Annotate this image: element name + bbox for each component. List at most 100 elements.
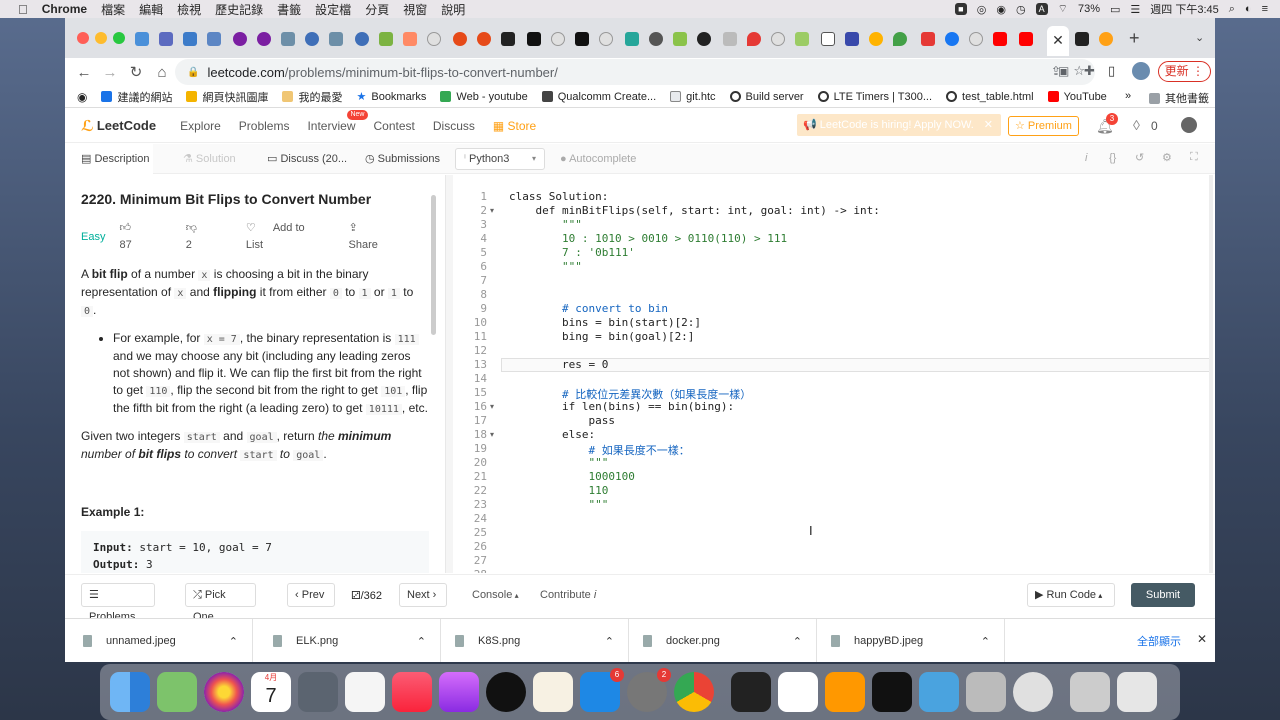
- extensions-puzzle-icon[interactable]: ✚: [1084, 63, 1095, 79]
- tab-favicon-icon[interactable]: [723, 32, 737, 46]
- tab-favicon-icon[interactable]: [747, 32, 761, 46]
- info-icon[interactable]: i: [1085, 152, 1087, 164]
- tab-favicon-icon[interactable]: [257, 32, 271, 46]
- tab-favicon-icon[interactable]: [921, 32, 935, 46]
- menu-file[interactable]: 檔案: [101, 1, 125, 18]
- chevron-up-icon[interactable]: ⌃: [605, 635, 614, 648]
- apple-icon[interactable]: : [18, 2, 28, 17]
- podcasts-icon[interactable]: [439, 672, 479, 712]
- tab-favicon-icon[interactable]: [427, 32, 441, 46]
- tab-favicon-icon[interactable]: [795, 32, 809, 46]
- tab-discuss[interactable]: ▭ Discuss (20...: [267, 144, 347, 174]
- apps-icon[interactable]: ◉: [77, 90, 87, 104]
- nav-explore[interactable]: Explore: [180, 119, 221, 133]
- nav-problems[interactable]: Problems: [239, 119, 290, 133]
- code-line[interactable]: 7 : '0b111': [509, 246, 635, 259]
- leetcode-logo-text[interactable]: LeetCode: [97, 118, 156, 133]
- tab-favicon-icon[interactable]: [305, 32, 319, 46]
- fullscreen-icon[interactable]: ⛶: [1190, 151, 1198, 164]
- tab-favicon-icon[interactable]: [527, 32, 541, 46]
- bookmark-item[interactable]: ★ Bookmarks: [356, 90, 426, 104]
- code-editor[interactable]: 1 class Solution: 2 def minBitFlips(self, …: [455, 175, 1215, 573]
- notification-center-icon[interactable]: ≡: [1262, 3, 1268, 15]
- download-item[interactable]: unnamed.jpeg ⌃: [65, 619, 253, 662]
- download-item[interactable]: K8S.png ⌃: [443, 619, 629, 662]
- tab-favicon-icon[interactable]: [1099, 32, 1113, 46]
- close-banner-icon[interactable]: ✕: [984, 114, 993, 136]
- autocomplete-toggle[interactable]: ● Autocomplete: [560, 144, 636, 174]
- extension-icon[interactable]: ▣: [1058, 64, 1069, 78]
- photos-icon[interactable]: [204, 672, 244, 712]
- tab-favicon-icon[interactable]: [673, 32, 687, 46]
- sidebar-icon[interactable]: ▯: [1108, 63, 1115, 79]
- chevron-up-icon[interactable]: ⌃: [229, 635, 238, 648]
- input-method-icon[interactable]: A: [1035, 3, 1048, 15]
- tab-favicon-icon[interactable]: [477, 32, 491, 46]
- panel-resize-handle[interactable]: [445, 175, 453, 573]
- tab-close-icon[interactable]: ✕: [1047, 26, 1069, 54]
- menu-bookmarks[interactable]: 書籤: [277, 1, 301, 18]
- keynote-icon[interactable]: [919, 672, 959, 712]
- fold-caret-icon[interactable]: ▾: [490, 402, 494, 411]
- profile-avatar[interactable]: [1132, 62, 1150, 80]
- code-line[interactable]: """: [509, 498, 608, 511]
- fold-caret-icon[interactable]: ▾: [490, 430, 494, 439]
- tab-favicon-icon[interactable]: [821, 32, 835, 46]
- code-line[interactable]: def minBitFlips(self, start: int, goal: …: [509, 204, 879, 217]
- user-avatar-icon[interactable]: [1181, 117, 1197, 133]
- clock-text[interactable]: 週四 下午3:45: [1150, 1, 1218, 17]
- control-center-icon[interactable]: ☰: [1130, 3, 1140, 16]
- tab-favicon-icon[interactable]: [599, 32, 613, 46]
- nav-interview[interactable]: Interview New: [307, 109, 368, 133]
- system-preferences-icon[interactable]: 2: [627, 668, 671, 712]
- tab-favicon-icon[interactable]: [993, 32, 1007, 46]
- description-scrollbar[interactable]: [431, 195, 436, 335]
- tab-favicon-icon[interactable]: [969, 32, 983, 46]
- problems-button[interactable]: ☰ Problems: [81, 583, 155, 623]
- next-button[interactable]: Next ›: [399, 583, 447, 607]
- tab-favicon-icon[interactable]: [453, 32, 467, 46]
- slack-icon[interactable]: [778, 672, 818, 712]
- code-line[interactable]: # convert to bin: [509, 302, 668, 315]
- console-button[interactable]: Console ▴: [472, 589, 519, 601]
- tab-submissions[interactable]: ◷ Submissions: [365, 144, 440, 174]
- siri-icon[interactable]: ◐: [1245, 3, 1252, 15]
- editor-scrollbar[interactable]: [1209, 175, 1213, 573]
- sublime-text-icon[interactable]: [825, 672, 865, 712]
- code-line[interactable]: pass: [509, 414, 615, 427]
- code-line[interactable]: bins = bin(start)[2:]: [509, 316, 701, 329]
- fold-caret-icon[interactable]: ▾: [490, 206, 494, 215]
- tab-favicon-icon[interactable]: [697, 32, 711, 46]
- zoom-window-icon[interactable]: [113, 32, 125, 44]
- menu-view[interactable]: 檢視: [177, 1, 201, 18]
- add-to-list-button[interactable]: ♡ Add to List: [246, 220, 335, 254]
- tab-favicon-icon[interactable]: [945, 32, 959, 46]
- show-all-downloads-link[interactable]: 全部顯示: [1137, 633, 1181, 649]
- tab-favicon-icon[interactable]: [625, 32, 639, 46]
- tab-search-icon[interactable]: ⌄: [1195, 31, 1204, 44]
- menu-edit[interactable]: 編輯: [139, 1, 163, 18]
- code-line[interactable]: bing = bin(goal)[2:]: [509, 330, 694, 343]
- tab-favicon-icon[interactable]: [159, 32, 173, 46]
- app-store-icon[interactable]: 6: [580, 668, 624, 712]
- code-line[interactable]: 10 : 1010 > 0010 > 0110(110) > 111: [509, 232, 787, 245]
- tab-favicon-icon[interactable]: [771, 32, 785, 46]
- tab-description[interactable]: ▤ Description: [65, 144, 153, 174]
- submit-button[interactable]: Submit: [1131, 583, 1195, 607]
- code-line[interactable]: """: [509, 218, 582, 231]
- code-line[interactable]: class Solution:: [509, 190, 608, 203]
- launchpad-icon[interactable]: [298, 672, 338, 712]
- status-icon[interactable]: ◎: [977, 3, 987, 16]
- active-tab[interactable]: ✕: [1047, 26, 1069, 56]
- tab-favicon-icon[interactable]: [135, 32, 149, 46]
- music-icon[interactable]: [392, 672, 432, 712]
- bookmark-item[interactable]: test_table.html: [946, 91, 1034, 103]
- downloads-stack-icon[interactable]: [1070, 672, 1110, 712]
- tab-favicon-icon[interactable]: [869, 32, 883, 46]
- menu-window[interactable]: 視窗: [403, 1, 427, 18]
- forward-icon[interactable]: →: [97, 64, 123, 81]
- tab-favicon-icon[interactable]: [1019, 32, 1033, 46]
- download-item[interactable]: ELK.png ⌃: [255, 619, 441, 662]
- url-bar[interactable]: 🔒 leetcode.com/problems/minimum-bit-flip…: [175, 59, 1095, 85]
- tab-solution[interactable]: ⚗ Solution: [183, 144, 236, 174]
